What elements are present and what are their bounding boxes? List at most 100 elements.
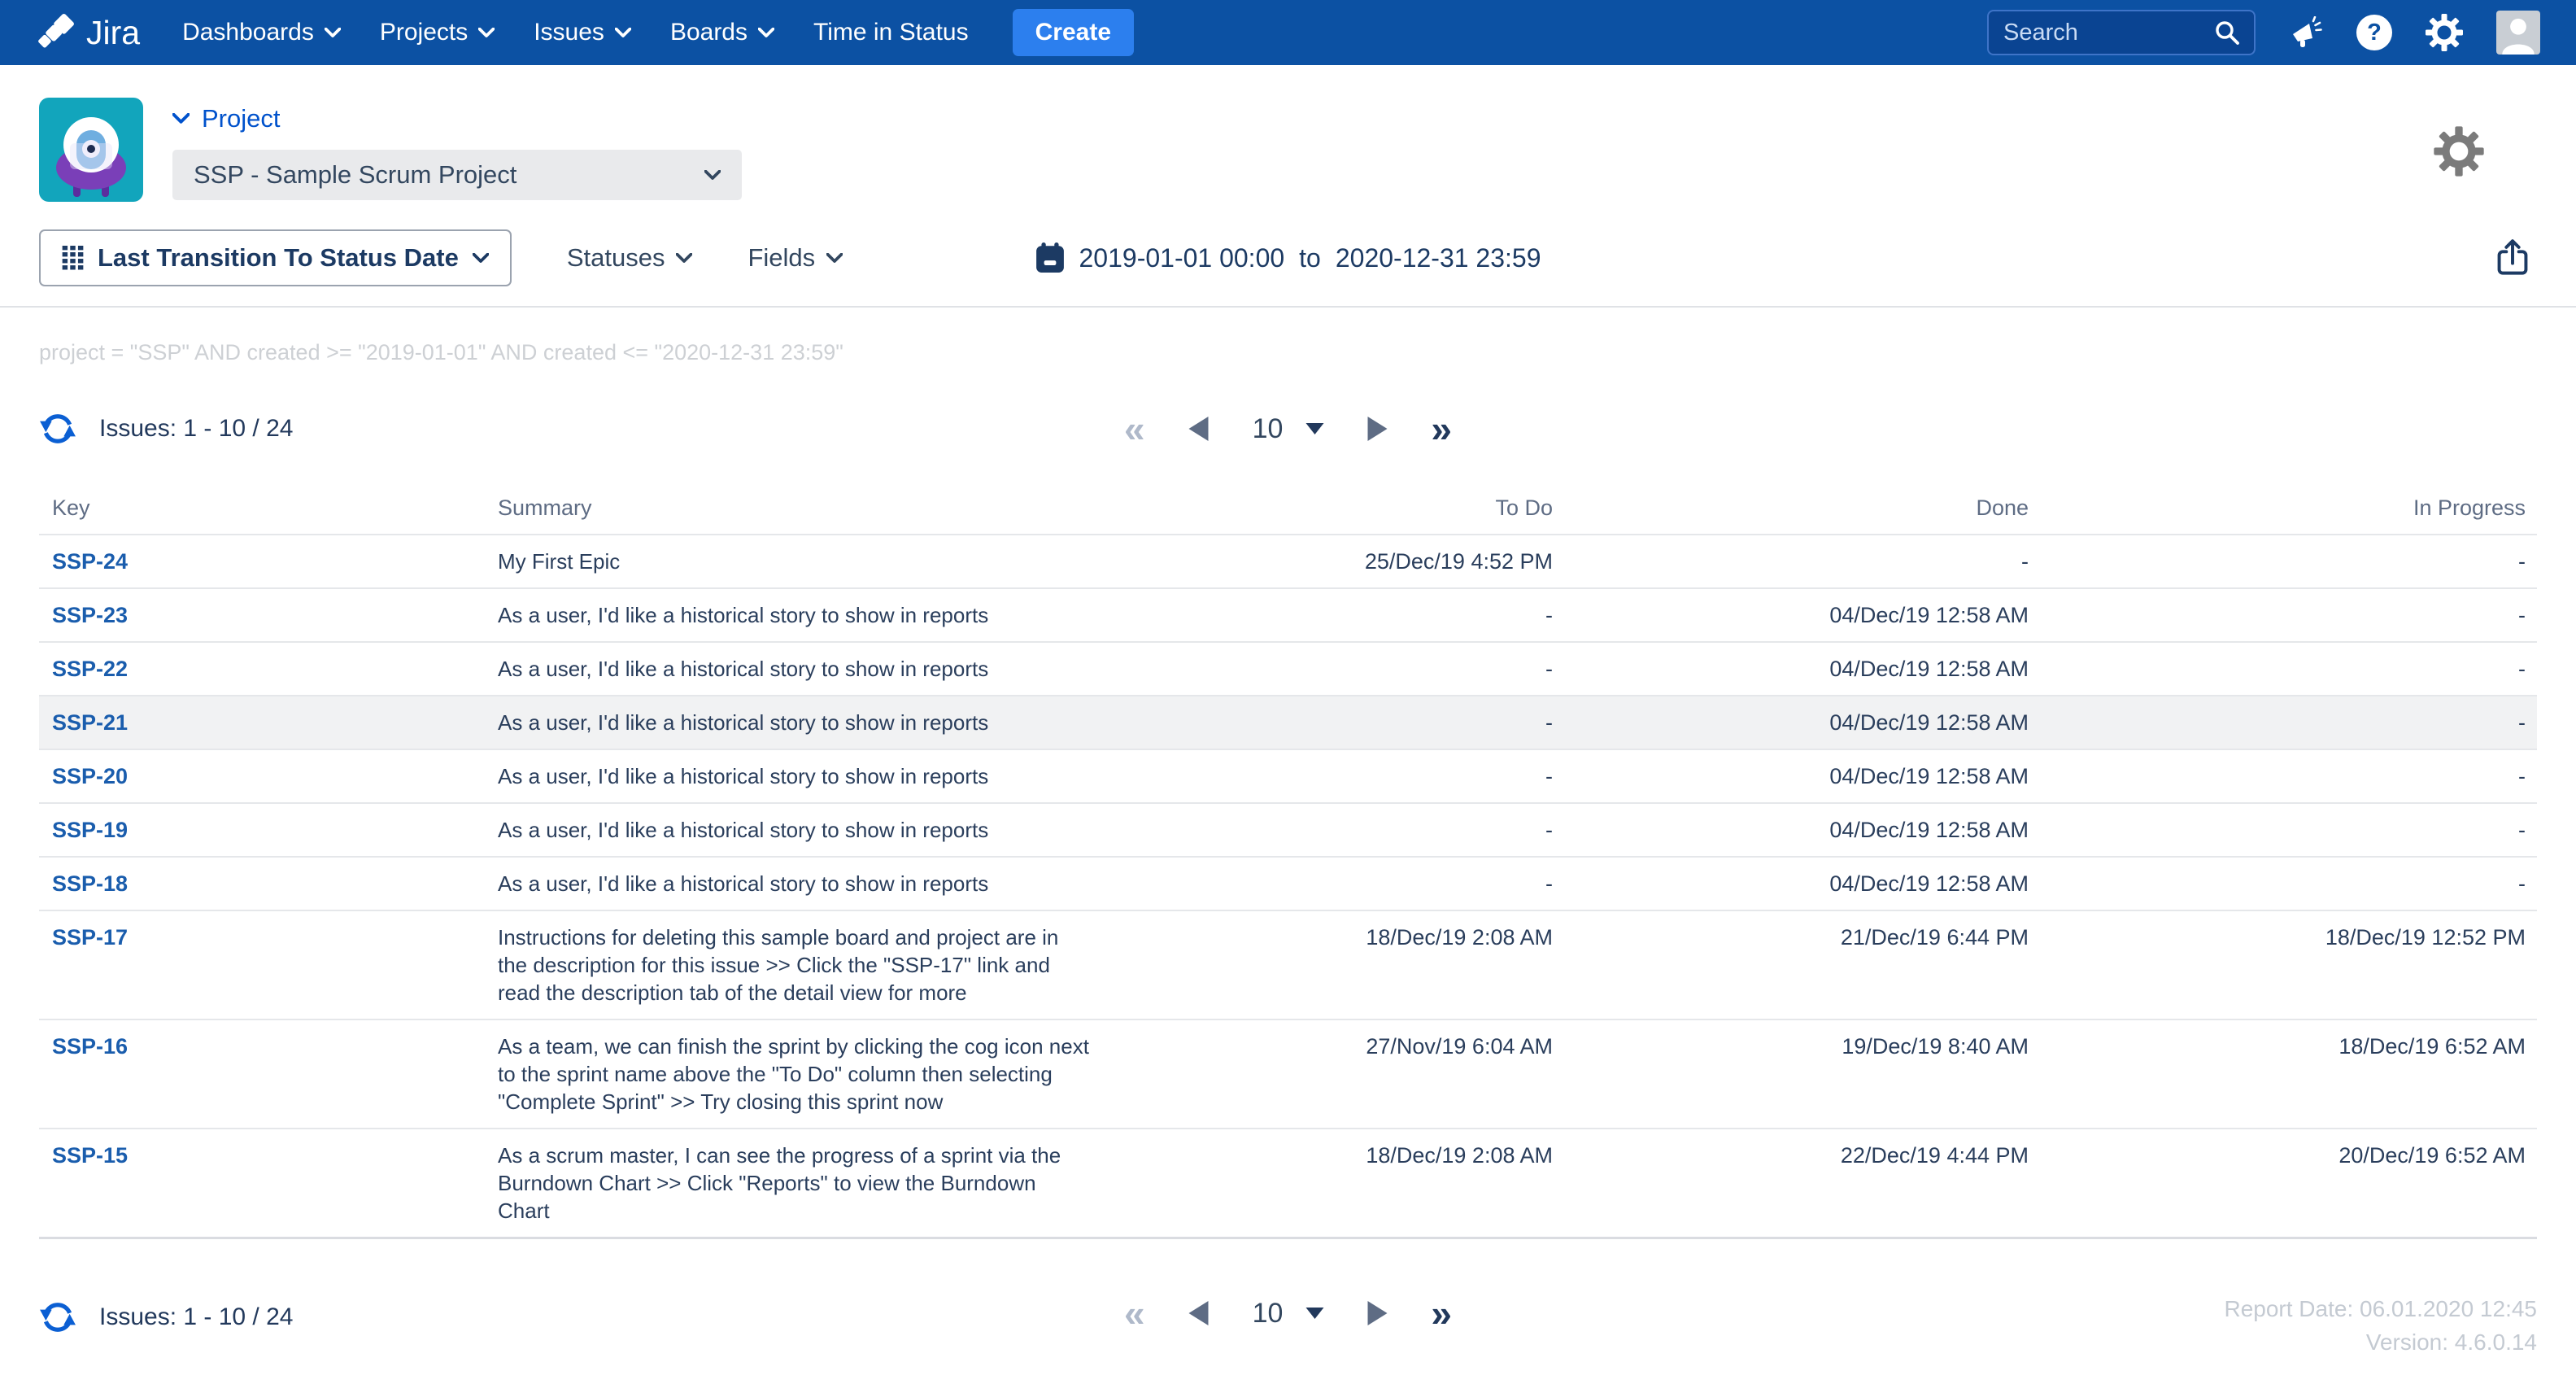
statuses-dropdown[interactable]: Statuses bbox=[567, 243, 693, 273]
jira-logo[interactable]: Jira bbox=[36, 11, 140, 55]
date-from: 2019-01-01 00:00 bbox=[1079, 243, 1285, 273]
issue-key-link[interactable]: SSP-17 bbox=[52, 925, 128, 950]
todo-value: 25/Dec/19 4:52 PM bbox=[1103, 535, 1553, 587]
column-header-key: Key bbox=[39, 496, 485, 521]
issue-summary: As a user, I'd like a historical story t… bbox=[485, 589, 1103, 641]
nav-item-issues[interactable]: Issues bbox=[534, 19, 631, 46]
issue-summary: As a user, I'd like a historical story t… bbox=[485, 858, 1103, 910]
chevron-down-icon bbox=[615, 28, 631, 38]
user-avatar-icon bbox=[2496, 11, 2540, 55]
issues-toolbar: Issues: 1 - 10 / 24 « 10 » bbox=[39, 406, 2537, 452]
issue-summary: Instructions for deleting this sample bo… bbox=[485, 911, 1103, 1019]
todo-value: - bbox=[1103, 750, 1553, 802]
inprogress-value: 18/Dec/19 12:52 PM bbox=[2029, 911, 2537, 1019]
last-page-button[interactable]: » bbox=[1431, 410, 1452, 448]
first-page-button[interactable]: « bbox=[1124, 410, 1145, 448]
search-box[interactable] bbox=[1987, 10, 2256, 55]
prev-page-button[interactable] bbox=[1189, 417, 1209, 441]
key-cell: SSP-15 bbox=[39, 1129, 485, 1237]
table-row: SSP-16 As a team, we can finish the sprin… bbox=[39, 1019, 2537, 1128]
first-page-button[interactable]: « bbox=[1124, 1294, 1145, 1332]
todo-value: - bbox=[1103, 804, 1553, 856]
table-row: SSP-19 As a user, I'd like a historical s… bbox=[39, 802, 2537, 856]
footer-meta: Report Date: 06.01.2020 12:45 Version: 4… bbox=[2224, 1294, 2537, 1356]
footer-issues: Issues: 1 - 10 / 24 bbox=[39, 1294, 293, 1340]
inprogress-value: 20/Dec/19 6:52 AM bbox=[2029, 1129, 2537, 1237]
chevron-down-icon bbox=[478, 28, 495, 38]
column-header-todo: To Do bbox=[1103, 496, 1553, 521]
project-section-toggle[interactable]: Project bbox=[172, 104, 742, 133]
export-icon[interactable] bbox=[2496, 239, 2529, 277]
issue-key-link[interactable]: SSP-21 bbox=[52, 710, 128, 735]
dropdown-arrow-icon bbox=[1305, 423, 1323, 434]
fields-dropdown[interactable]: Fields bbox=[748, 243, 843, 273]
dropdown-arrow-icon bbox=[1305, 1308, 1323, 1319]
brand-name: Jira bbox=[86, 14, 140, 52]
next-page-button[interactable] bbox=[1367, 1301, 1387, 1325]
issue-summary: As a user, I'd like a historical story t… bbox=[485, 750, 1103, 802]
next-page-button[interactable] bbox=[1367, 417, 1387, 441]
last-page-button[interactable]: » bbox=[1431, 1294, 1452, 1332]
issue-key-link[interactable]: SSP-15 bbox=[52, 1143, 128, 1168]
help-icon[interactable]: ? bbox=[2356, 15, 2392, 50]
nav-item-projects[interactable]: Projects bbox=[380, 19, 495, 46]
project-header-col: Project SSP - Sample Scrum Project bbox=[172, 98, 742, 200]
search-icon[interactable] bbox=[2213, 19, 2241, 46]
todo-value: - bbox=[1103, 589, 1553, 641]
issue-summary: As a user, I'd like a historical story t… bbox=[485, 804, 1103, 856]
page-size-value: 10 bbox=[1253, 1298, 1284, 1329]
project-select[interactable]: SSP - Sample Scrum Project bbox=[172, 150, 742, 200]
plugin-version: Version: 4.6.0.14 bbox=[2366, 1329, 2537, 1356]
chevron-down-icon bbox=[704, 170, 721, 181]
date-range-picker[interactable]: 2019-01-01 00:00 to 2020-12-31 23:59 bbox=[1035, 242, 1541, 273]
report-footer: Issues: 1 - 10 / 24 « 10 » Report Date: … bbox=[39, 1294, 2537, 1384]
nav-items: Dashboards Projects Issues Boards Time in St… bbox=[182, 19, 1008, 46]
prev-page-button[interactable] bbox=[1189, 1301, 1209, 1325]
settings-gear-icon[interactable] bbox=[2433, 125, 2485, 177]
refresh-icon[interactable] bbox=[39, 1299, 76, 1336]
issue-key-link[interactable]: SSP-24 bbox=[52, 549, 128, 574]
issue-key-link[interactable]: SSP-19 bbox=[52, 818, 128, 842]
page-size-select[interactable]: 10 bbox=[1253, 1298, 1324, 1329]
todo-value: 18/Dec/19 2:08 AM bbox=[1103, 1129, 1553, 1237]
nav-item-time-in-status[interactable]: Time in Status bbox=[813, 19, 969, 46]
refresh-icon[interactable] bbox=[39, 410, 76, 448]
done-value: 04/Dec/19 12:58 AM bbox=[1553, 696, 2029, 749]
chevron-down-icon bbox=[676, 253, 692, 264]
user-avatar[interactable] bbox=[2496, 11, 2540, 55]
issue-summary: My First Epic bbox=[485, 535, 1103, 587]
calendar-icon bbox=[1035, 242, 1065, 273]
pagination-top: « 10 » bbox=[1124, 410, 1452, 448]
table-row: SSP-23 As a user, I'd like a historical s… bbox=[39, 587, 2537, 641]
issues-count: Issues: 1 - 10 / 24 bbox=[99, 1303, 293, 1331]
issues-count: Issues: 1 - 10 / 24 bbox=[99, 415, 293, 443]
report-type-button[interactable]: Last Transition To Status Date bbox=[39, 229, 512, 286]
inprogress-value: 18/Dec/19 6:52 AM bbox=[2029, 1020, 2537, 1128]
issue-summary: As a team, we can finish the sprint by c… bbox=[485, 1020, 1103, 1128]
key-cell: SSP-24 bbox=[39, 535, 485, 587]
admin-gear-icon[interactable] bbox=[2425, 13, 2464, 52]
done-value: 04/Dec/19 12:58 AM bbox=[1553, 858, 2029, 910]
issue-key-link[interactable]: SSP-18 bbox=[52, 871, 128, 896]
nav-item-boards[interactable]: Boards bbox=[670, 19, 774, 46]
nav-item-dashboards[interactable]: Dashboards bbox=[182, 19, 341, 46]
issue-key-link[interactable]: SSP-16 bbox=[52, 1034, 128, 1059]
table-row: SSP-21As a user, I'd like a historical s… bbox=[39, 695, 2537, 749]
table-row: SSP-18 As a user, I'd like a historical s… bbox=[39, 856, 2537, 910]
inprogress-value: - bbox=[2029, 858, 2537, 910]
inprogress-value: - bbox=[2029, 589, 2537, 641]
issue-key-link[interactable]: SSP-23 bbox=[52, 603, 128, 627]
inprogress-value: - bbox=[2029, 750, 2537, 802]
top-navbar: Jira Dashboards Projects Issues Boards Time … bbox=[0, 0, 2576, 65]
done-value: 19/Dec/19 8:40 AM bbox=[1553, 1020, 2029, 1128]
column-header-done: Done bbox=[1553, 496, 2029, 521]
help-question-mark: ? bbox=[2367, 20, 2382, 46]
report-type-label: Last Transition To Status Date bbox=[98, 243, 459, 273]
create-button[interactable]: Create bbox=[1013, 9, 1134, 56]
feedback-megaphone-icon[interactable] bbox=[2288, 16, 2324, 49]
issue-key-link[interactable]: SSP-22 bbox=[52, 657, 128, 681]
issue-key-link[interactable]: SSP-20 bbox=[52, 764, 128, 788]
page-size-select[interactable]: 10 bbox=[1253, 413, 1324, 445]
fields-label: Fields bbox=[748, 243, 815, 273]
search-input[interactable] bbox=[2002, 19, 2213, 47]
